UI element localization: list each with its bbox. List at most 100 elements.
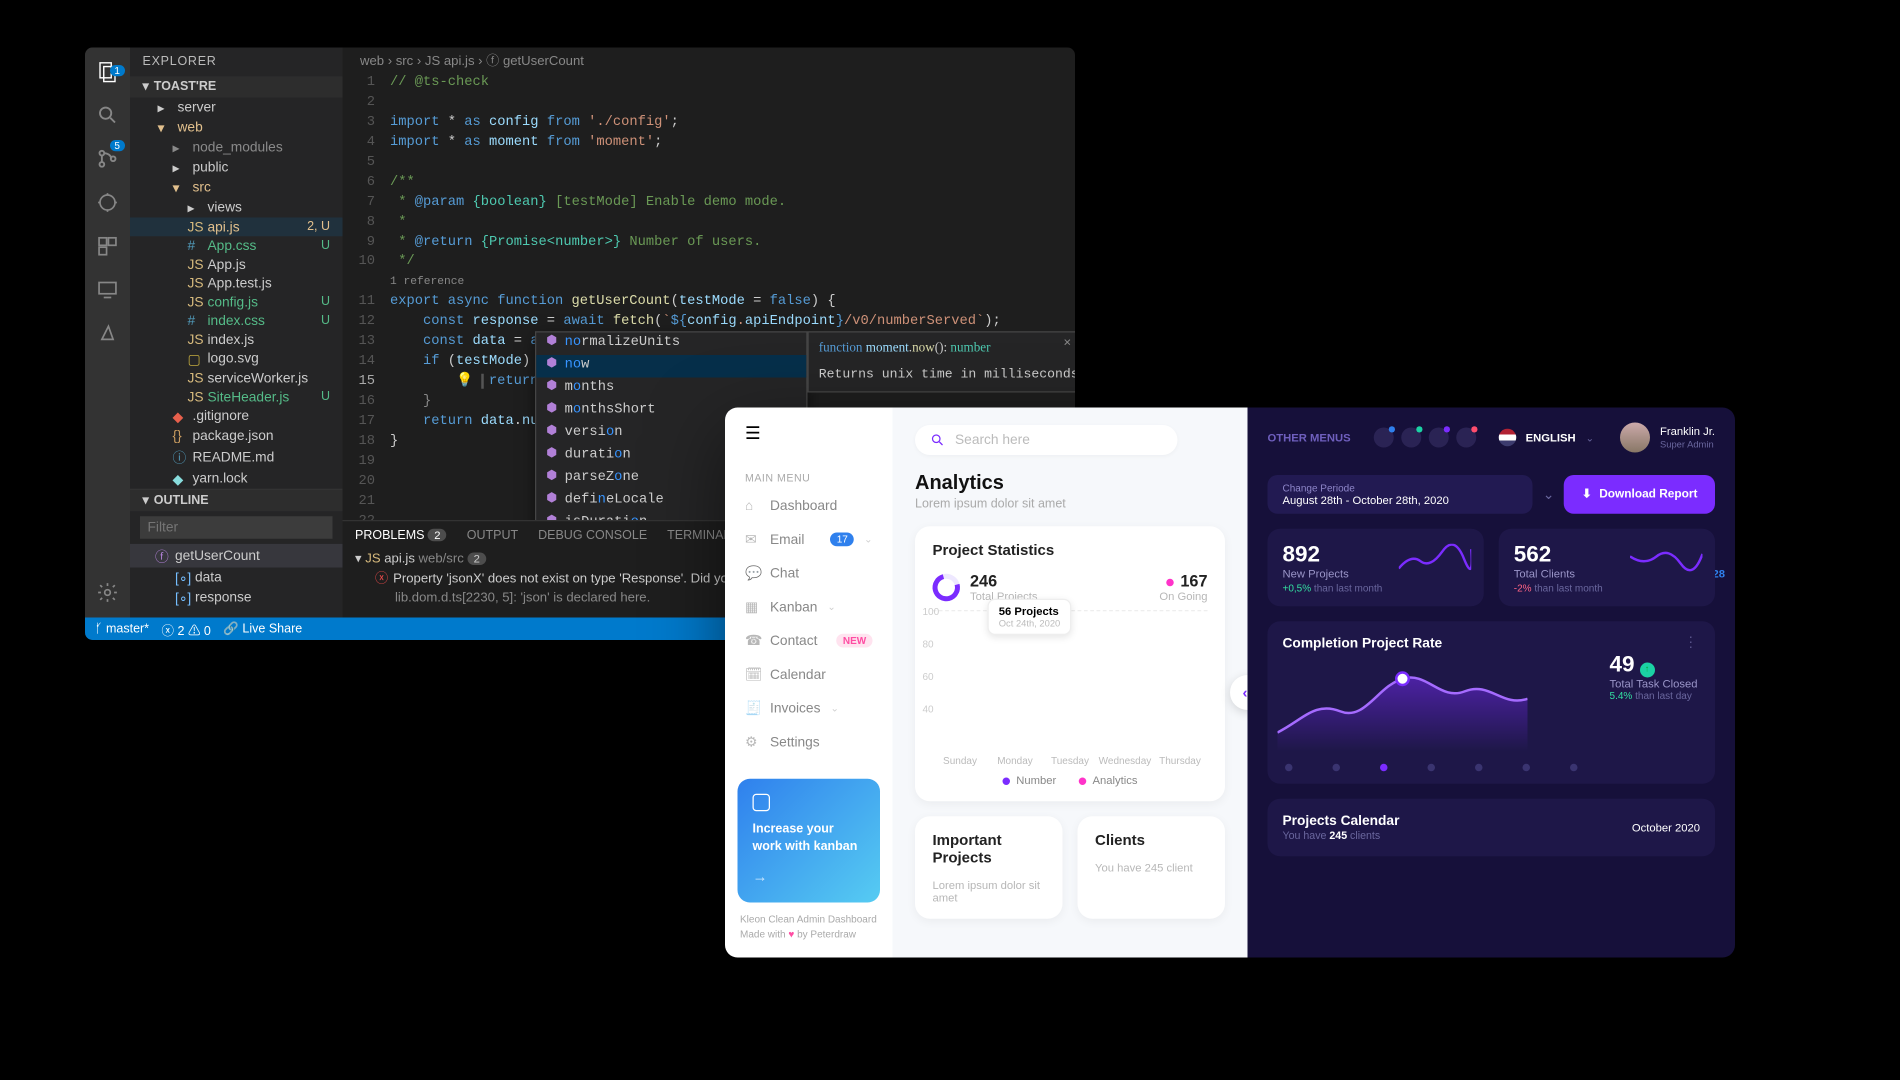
nav-item-email[interactable]: ✉Email17⌄: [725, 524, 893, 555]
important-projects-card[interactable]: Important ProjectsLorem ipsum dolor sit …: [915, 816, 1063, 919]
noti-icon[interactable]: [1428, 428, 1448, 448]
download-icon: ⬇: [1582, 488, 1592, 502]
month-label[interactable]: October 2020: [1632, 821, 1700, 834]
outline-section[interactable]: ▾ OUTLINE: [130, 489, 343, 512]
kpi-new-projects: 892New Projects +0,5% than last month: [1268, 529, 1484, 607]
folder-web[interactable]: ▾web: [130, 118, 343, 138]
period-selector[interactable]: Change PeriodeAugust 28th - October 28th…: [1268, 475, 1533, 514]
page-subtitle: Lorem ipsum dolor sit amet: [915, 498, 1225, 512]
folder-views[interactable]: ▸views: [130, 198, 343, 218]
file-index-js[interactable]: JSindex.js: [130, 330, 343, 349]
file-gitignore[interactable]: ◆.gitignore: [130, 406, 343, 426]
file-logo-svg[interactable]: ▢logo.svg: [130, 349, 343, 369]
file-tree: ▸server ▾web ▸node_modules ▸public ▾src …: [130, 98, 343, 489]
explorer-icon[interactable]: 1: [96, 60, 119, 86]
up-icon: ↑: [1640, 663, 1655, 678]
file-app-css[interactable]: #App.cssU: [130, 236, 343, 255]
chart-legend: NumberAnalytics: [933, 774, 1208, 787]
panel-tab-output[interactable]: OUTPUT: [467, 529, 518, 543]
nav-item-settings[interactable]: ⚙Settings: [725, 726, 893, 757]
chevron-down-icon[interactable]: ⌄: [1586, 432, 1594, 443]
search-icon: [930, 433, 945, 448]
file-api-js[interactable]: JSapi.js2, U: [130, 218, 343, 237]
nav-item-kanban[interactable]: ▦Kanban⌄: [725, 591, 893, 622]
noti-icon[interactable]: [1456, 428, 1476, 448]
remote-icon[interactable]: [96, 279, 119, 305]
noti-icon[interactable]: [1401, 428, 1421, 448]
drag-handle-icon[interactable]: ‹›: [1230, 675, 1248, 710]
intelli-item[interactable]: ⬢normalizeUnits: [536, 333, 806, 355]
calendar-card: Projects CalendarYou have 245 clients Oc…: [1268, 799, 1716, 857]
main-menu-label: MAIN MENU: [725, 461, 893, 491]
stats-title: Project Statistics: [933, 541, 1208, 559]
panel-tab-problems[interactable]: PROBLEMS 2: [355, 529, 447, 543]
outline-data[interactable]: [∘]data: [130, 568, 343, 588]
intelli-item[interactable]: ⬢now: [536, 355, 806, 377]
status-errors[interactable]: ⓧ 2 ⚠ 0: [162, 619, 211, 638]
outline-response[interactable]: [∘]response: [130, 588, 343, 608]
hamburger-icon[interactable]: ☰: [725, 423, 893, 462]
status-branch[interactable]: ᚶ master*: [95, 622, 149, 636]
avatar[interactable]: [1620, 423, 1650, 453]
kpi-row: 892New Projects +0,5% than last month 56…: [1268, 529, 1716, 607]
close-icon[interactable]: ×: [1063, 335, 1071, 353]
kpi-total-clients: 562Total Clients -2% than last month: [1499, 529, 1715, 607]
outline-tree: ⓕgetUserCount [∘]data [∘]response: [130, 544, 343, 608]
project-section[interactable]: ▾ TOAST'RE: [130, 76, 343, 97]
file-index-css[interactable]: #index.cssU: [130, 311, 343, 330]
panel-tab-debug[interactable]: DEBUG CONSOLE: [538, 529, 647, 543]
file-app-js[interactable]: JSApp.js: [130, 255, 343, 274]
promo-card[interactable]: Increase your work with kanban →: [738, 779, 881, 902]
file-siteheader-js[interactable]: JSSiteHeader.jsU: [130, 388, 343, 407]
sparkline: [1630, 544, 1703, 577]
dash-right-panel: OTHER MENUS ENGLISH ⌄ Franklin Jr.Super …: [1248, 408, 1736, 958]
completion-side: 49↑ Total Task Closed 5.4% than last day: [1610, 651, 1698, 701]
folder-src[interactable]: ▾src: [130, 178, 343, 198]
download-button[interactable]: ⬇Download Report: [1564, 475, 1715, 514]
completion-card: Completion Project Rate⋮ 49↑ Total Task …: [1268, 621, 1716, 784]
sparkline: [1399, 544, 1472, 577]
nav-item-calendar[interactable]: 🗓Calendar: [725, 659, 893, 690]
outline-getusercount[interactable]: ⓕgetUserCount: [130, 544, 343, 568]
folder-server[interactable]: ▸server: [130, 98, 343, 118]
sidebar: EXPLORER ▾ TOAST'RE ▸server ▾web ▸node_m…: [130, 48, 343, 618]
file-yarn-lock[interactable]: ◆yarn.lock: [130, 469, 343, 489]
gear-icon[interactable]: [96, 581, 119, 607]
panel-tab-terminal[interactable]: TERMINAL: [667, 529, 730, 543]
folder-node-modules[interactable]: ▸node_modules: [130, 138, 343, 158]
stats-card: Project Statistics 246Total Projects 167…: [915, 526, 1225, 801]
nav-item-dashboard[interactable]: ⌂Dashboard: [725, 491, 893, 521]
noti-icon[interactable]: [1373, 428, 1393, 448]
folder-public[interactable]: ▸public: [130, 158, 343, 178]
azure-icon[interactable]: [96, 323, 119, 349]
debug-icon[interactable]: [96, 191, 119, 217]
action-row: Change PeriodeAugust 28th - October 28th…: [1268, 475, 1716, 514]
other-menus-label[interactable]: OTHER MENUS: [1268, 431, 1351, 444]
x-axis: SundayMondayTuesdayWednesdayThursday: [933, 755, 1208, 766]
scm-icon[interactable]: 5: [96, 148, 119, 174]
extensions-icon[interactable]: [96, 235, 119, 261]
file-config-js[interactable]: JSconfig.jsU: [130, 293, 343, 312]
right-topbar: OTHER MENUS ENGLISH ⌄ Franklin Jr.Super …: [1268, 423, 1716, 453]
breadcrumb[interactable]: web › src › JS api.js › ⓕ getUserCount: [343, 48, 1076, 74]
file-package-json[interactable]: {}package.json: [130, 426, 343, 445]
file-readme[interactable]: ⓘREADME.md: [130, 445, 343, 469]
nav-item-contact[interactable]: ☎ContactNEW: [725, 625, 893, 656]
nav-item-chat[interactable]: 💬Chat: [725, 558, 893, 589]
language-selector[interactable]: ENGLISH: [1526, 431, 1576, 444]
donut-icon: [927, 568, 965, 606]
file-sw-js[interactable]: JSserviceWorker.js: [130, 369, 343, 388]
outline-filter: [140, 516, 333, 539]
clients-card[interactable]: ClientsYou have 245 client: [1078, 816, 1226, 919]
nav-item-invoices[interactable]: 🧾Invoices⌄: [725, 693, 893, 724]
flag-icon: [1498, 429, 1516, 447]
search-input[interactable]: Search here: [915, 425, 1178, 455]
more-icon[interactable]: ⋮: [1684, 634, 1700, 650]
search-icon[interactable]: [96, 104, 119, 130]
file-app-test-js[interactable]: JSApp.test.js: [130, 274, 343, 293]
intelli-item[interactable]: ⬢months: [536, 377, 806, 399]
topbar: Search here: [915, 425, 1225, 455]
status-live-share[interactable]: 🔗 Live Share: [223, 622, 302, 636]
filter-input[interactable]: [140, 516, 333, 539]
chevron-down-icon[interactable]: ⌄: [1543, 486, 1555, 502]
